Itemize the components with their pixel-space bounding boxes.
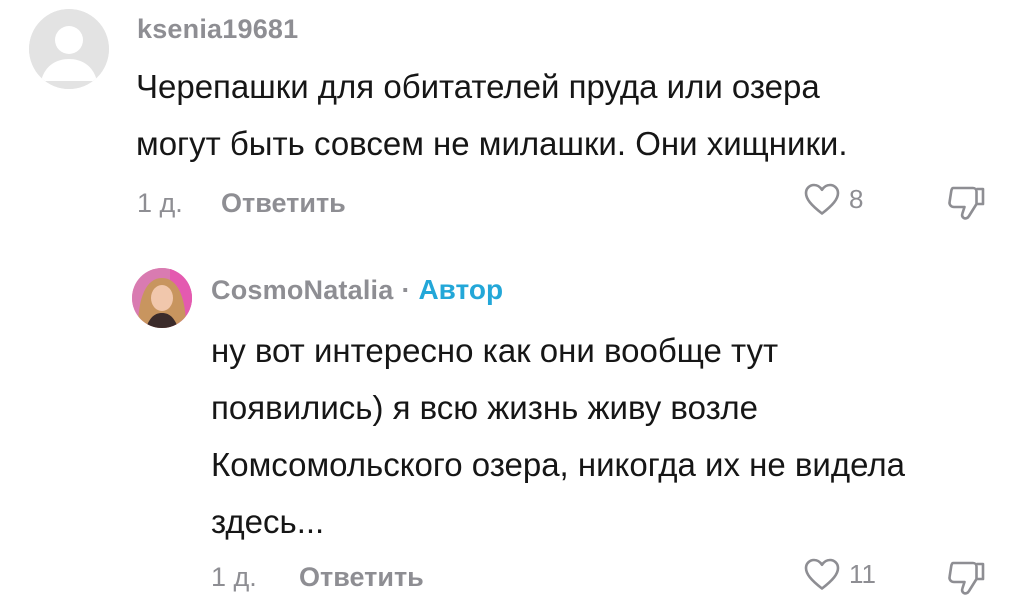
- heart-icon: [804, 558, 840, 590]
- dislike-icon: [948, 561, 985, 595]
- separator-dot: ·: [401, 275, 411, 305]
- reply-button[interactable]: Ответить: [299, 562, 424, 593]
- comment-text-line: появились) я всю жизнь живу возле: [211, 389, 758, 426]
- comment-text: ну вот интересно как они вообще тут появ…: [211, 322, 1011, 550]
- default-avatar-icon: [29, 9, 109, 89]
- comment-text-line: Черепашки для обитателей пруда или озера: [136, 68, 820, 105]
- comment-text-line: могут быть совсем не милашки. Они хищник…: [136, 125, 848, 162]
- comment-text-line: Комсомольского озера, никогда их не виде…: [211, 446, 905, 483]
- comment-username[interactable]: CosmoNatalia: [211, 275, 393, 306]
- avatar[interactable]: [132, 268, 192, 328]
- author-badge: Автор: [418, 274, 504, 305]
- like-button[interactable]: 11: [804, 558, 876, 591]
- reply-button[interactable]: Ответить: [221, 188, 346, 219]
- comment-age: 1 д.: [211, 562, 257, 592]
- comment-text-line: здесь...: [211, 503, 325, 540]
- dislike-button[interactable]: [945, 184, 987, 224]
- comment-username[interactable]: ksenia19681: [137, 14, 298, 45]
- comment-header: CosmoNatalia · Автор: [211, 274, 503, 306]
- dislike-button[interactable]: [945, 559, 987, 599]
- dislike-icon: [948, 186, 985, 220]
- like-count: 8: [849, 184, 864, 214]
- comment-text-line: ну вот интересно как они вообще тут: [211, 332, 779, 369]
- comments-thread: ksenia19681 Черепашки для обитателей пру…: [0, 0, 1024, 599]
- comment-text: Черепашки для обитателей пруда или озера…: [136, 58, 996, 172]
- like-button[interactable]: 8: [804, 183, 863, 216]
- user-photo-icon: [132, 268, 192, 328]
- comment-age: 1 д.: [137, 188, 183, 218]
- like-count: 11: [849, 559, 876, 589]
- heart-icon: [804, 183, 840, 215]
- avatar[interactable]: [29, 9, 109, 89]
